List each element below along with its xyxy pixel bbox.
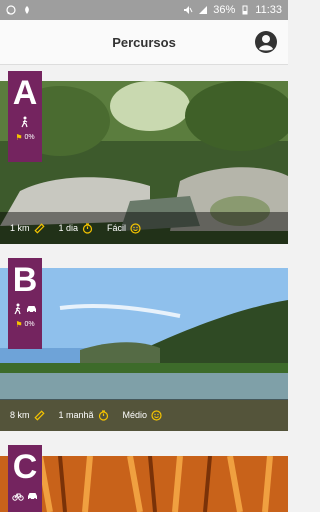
whatsapp-icon — [6, 5, 16, 15]
notification-icon — [25, 6, 29, 14]
smiley-icon — [130, 222, 141, 234]
route-distance: 1 km — [10, 223, 30, 233]
route-badge-a: A ⚑ 0% — [8, 71, 42, 162]
route-card-b[interactable]: 8 km 1 manhã Médio — [0, 268, 288, 431]
walking-icon — [21, 116, 28, 128]
route-progress-a: 0% — [24, 134, 35, 141]
route-badge-c: C — [8, 445, 42, 512]
clock: 11:33 — [255, 4, 282, 16]
mute-icon — [184, 6, 193, 14]
route-difficulty: Fácil — [107, 223, 127, 233]
route-duration: 1 dia — [58, 223, 79, 233]
account-icon[interactable] — [254, 30, 278, 54]
route-letter-a: A — [12, 74, 38, 112]
flag-icon: ⚑ — [15, 133, 23, 142]
route-info-bar: 1 km 1 dia Fácil — [0, 212, 288, 244]
route-duration: 1 manhã — [58, 410, 94, 420]
battery-icon — [242, 5, 248, 15]
route-info-bar: 8 km 1 manhã Médio — [0, 399, 288, 431]
ruler-icon — [33, 222, 45, 234]
route-badge-b: B ⚑ 0% — [8, 258, 42, 349]
route-photo — [0, 456, 288, 512]
timer-icon — [82, 222, 93, 234]
signal-icon — [199, 6, 208, 14]
battery-level: 36% — [213, 4, 236, 16]
bicycle-icon — [12, 493, 24, 501]
walking-icon — [14, 303, 21, 315]
flag-icon: ⚑ — [15, 320, 23, 329]
route-card-a[interactable]: A ⚑0% 1 km 1 dia Fácil — [0, 81, 288, 244]
route-card-c[interactable] — [0, 456, 288, 512]
ruler-icon — [33, 409, 45, 421]
route-progress-b: 0% — [24, 321, 35, 328]
route-distance: 8 km — [10, 410, 30, 420]
smiley-icon — [151, 409, 162, 421]
timer-icon — [98, 409, 108, 421]
route-difficulty: Médio — [122, 410, 148, 420]
page-title: Percursos — [112, 34, 176, 50]
route-letter-c: C — [12, 448, 38, 486]
car-icon — [27, 306, 36, 313]
app-bar: Percursos — [0, 20, 288, 65]
status-bar: 36% 11:33 — [0, 0, 288, 20]
car-icon — [28, 493, 37, 500]
route-letter-b: B — [12, 261, 38, 299]
